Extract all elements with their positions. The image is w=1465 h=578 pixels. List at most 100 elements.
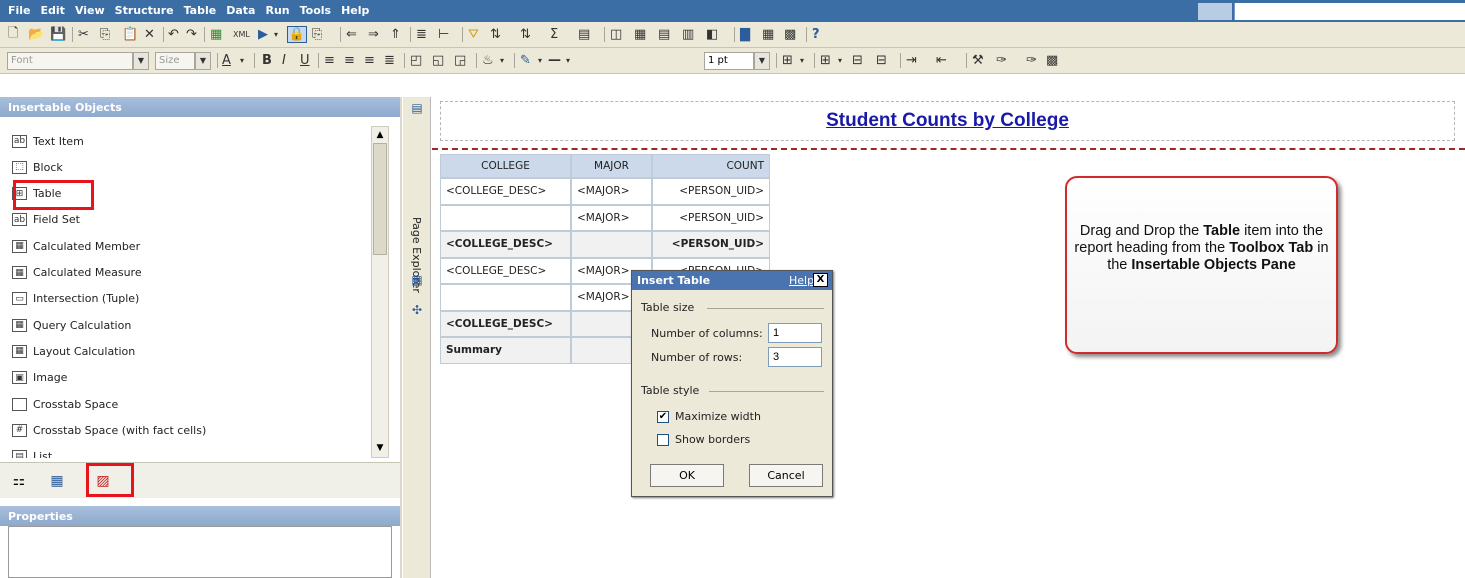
chart-icon[interactable]: ▇	[740, 26, 750, 43]
cancel-button[interactable]: Cancel	[749, 464, 823, 487]
border-color-icon[interactable]: ✎	[520, 52, 531, 69]
menubar-search-field[interactable]	[1234, 3, 1465, 20]
table-cell[interactable]: <PERSON_UID>	[652, 178, 770, 205]
back-icon[interactable]: ⇐	[346, 26, 357, 43]
section-icon[interactable]: ⊢	[438, 26, 449, 43]
menu-structure[interactable]: Structure	[115, 4, 174, 17]
report-heading-area[interactable]: Student Counts by College	[440, 101, 1455, 141]
source-tab-icon[interactable]: ⚏	[6, 469, 32, 493]
font-color-dropdown-icon[interactable]: ▾	[240, 52, 244, 69]
data-items-tab-icon[interactable]: ▦	[44, 469, 70, 493]
filter-icon[interactable]: ⛛	[468, 26, 479, 43]
bold-icon[interactable]: B	[262, 52, 272, 69]
run-icon[interactable]: ▶	[258, 26, 268, 43]
insertable-item[interactable]: ▤ List	[12, 447, 52, 458]
table-cell[interactable]: <PERSON_UID>	[652, 204, 770, 231]
insertable-item[interactable]: ▦ Calculated Member	[12, 236, 140, 256]
insertable-item[interactable]: ▦ Query Calculation	[12, 315, 131, 335]
justify-icon[interactable]: ≣	[384, 52, 395, 69]
table-style-dropdown-icon[interactable]: ▾	[838, 52, 842, 69]
menu-help[interactable]: Help	[341, 4, 369, 17]
menu-edit[interactable]: Edit	[41, 4, 65, 17]
chart3-icon[interactable]: ▩	[784, 26, 796, 43]
table-header-cell[interactable]: COLLEGE	[440, 154, 571, 178]
menu-table[interactable]: Table	[184, 4, 217, 17]
scroll-thumb[interactable]	[373, 143, 387, 255]
style2-icon[interactable]: ✑	[1026, 52, 1037, 69]
size-combo[interactable]: Size	[155, 52, 195, 70]
checkbox-checked-icon[interactable]: ✔	[657, 410, 669, 423]
maximize-width-checkbox[interactable]: ✔ Maximize width	[657, 410, 761, 423]
scroll-down-icon[interactable]: ▼	[373, 441, 387, 455]
merge-icon[interactable]: ⊟	[852, 52, 863, 69]
sort2-icon[interactable]: ⇅	[520, 26, 531, 43]
font-dropdown-icon[interactable]: ▼	[133, 52, 149, 70]
open-icon[interactable]: 📂	[28, 26, 44, 43]
table-cell[interactable]	[440, 284, 571, 311]
valign-middle-icon[interactable]: ◱	[432, 52, 444, 69]
cut-icon[interactable]: ✂	[78, 26, 89, 43]
group-icon[interactable]: ≣	[416, 26, 427, 43]
copy-icon[interactable]: ⎘	[100, 26, 110, 43]
paste-icon[interactable]: 📋	[122, 26, 138, 43]
split-icon[interactable]: ⊟	[876, 52, 887, 69]
align-left-icon[interactable]: ≡	[324, 52, 335, 69]
table-cell[interactable]: <MAJOR>	[571, 204, 652, 231]
table-header-cell[interactable]: MAJOR	[571, 154, 652, 178]
menu-view[interactable]: View	[75, 4, 105, 17]
outdent-icon[interactable]: ⇤	[936, 52, 947, 69]
undo-icon[interactable]: ↶	[168, 26, 179, 43]
table-cell[interactable]: <PERSON_UID>	[652, 231, 770, 258]
help-icon[interactable]: ?	[812, 26, 820, 43]
delete-icon[interactable]: ✕	[144, 26, 155, 43]
fill-color-icon[interactable]: ♨	[482, 52, 494, 69]
menu-run[interactable]: Run	[265, 4, 289, 17]
checkbox-unchecked-icon[interactable]	[657, 433, 669, 446]
table-cell[interactable]: Summary	[440, 337, 571, 364]
table-cell[interactable]	[440, 204, 571, 231]
borders-icon[interactable]: ⊞	[782, 52, 793, 69]
insertable-item[interactable]: ab Text Item	[12, 131, 84, 151]
insertable-objects-scrollbar[interactable]: ▲ ▼	[371, 126, 389, 458]
border-color-dropdown-icon[interactable]: ▾	[538, 52, 542, 69]
insertable-item[interactable]: ▦ Layout Calculation	[12, 341, 135, 361]
font-color-icon[interactable]: A	[222, 52, 231, 69]
size-dropdown-icon[interactable]: ▼	[195, 52, 211, 70]
insertable-item[interactable]: # Crosstab Space (with fact cells)	[12, 420, 206, 440]
table-style-icon[interactable]: ⊞	[820, 52, 831, 69]
insertable-item[interactable]: ▦ Calculated Measure	[12, 263, 142, 283]
table-cell[interactable]	[571, 231, 652, 258]
insertable-item[interactable]: ▣ Image	[12, 368, 67, 388]
forward-icon[interactable]: ⇒	[368, 26, 379, 43]
report-title[interactable]: Student Counts by College	[441, 110, 1454, 132]
align-right-icon[interactable]: ≡	[364, 52, 375, 69]
view-report-icon[interactable]: ▦	[210, 26, 222, 43]
valign-top-icon[interactable]: ◰	[410, 52, 422, 69]
condition-explorer-icon[interactable]: ✣	[409, 303, 425, 319]
xml-icon[interactable]: XML	[233, 26, 250, 43]
line-width-dropdown-icon[interactable]: ▼	[754, 52, 770, 70]
valign-bottom-icon[interactable]: ◲	[454, 52, 466, 69]
italic-icon[interactable]: I	[282, 52, 286, 69]
chart2-icon[interactable]: ▦	[762, 26, 774, 43]
scroll-up-icon[interactable]: ▲	[373, 128, 387, 142]
sort-icon[interactable]: ⇅	[490, 26, 501, 43]
ok-button[interactable]: OK	[650, 464, 724, 487]
copy-format-icon[interactable]: ⎘	[312, 26, 322, 43]
chart-type-icon[interactable]: ▤	[578, 26, 590, 43]
page-explorer-icon[interactable]: ▤	[409, 101, 425, 117]
line-style-dropdown-icon[interactable]: ▾	[566, 52, 570, 69]
insertable-item[interactable]: ▭ Intersection (Tuple)	[12, 289, 139, 309]
layout1-icon[interactable]: ◫	[610, 26, 622, 43]
layout2-icon[interactable]: ▦	[634, 26, 646, 43]
menu-tools[interactable]: Tools	[300, 4, 331, 17]
up-icon[interactable]: ⇑	[390, 26, 401, 43]
summarize-icon[interactable]: Σ	[550, 26, 558, 43]
menu-data[interactable]: Data	[226, 4, 255, 17]
new-icon[interactable]: 🗋	[8, 26, 18, 43]
table-cell[interactable]: <COLLEGE_DESC>	[440, 231, 571, 258]
style3-icon[interactable]: ▩	[1046, 52, 1058, 69]
font-combo[interactable]: Font	[7, 52, 133, 70]
layout3-icon[interactable]: ▤	[658, 26, 670, 43]
fill-dropdown-icon[interactable]: ▾	[500, 52, 504, 69]
